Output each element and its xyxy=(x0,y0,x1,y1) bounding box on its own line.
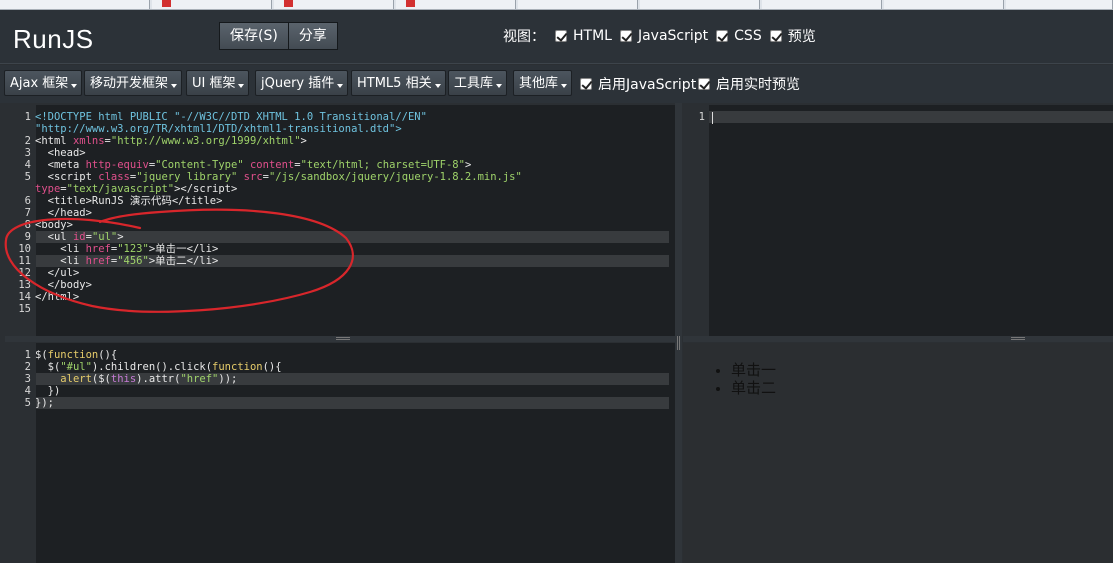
html-code: <!DOCTYPE html PUBLIC "-//W3C//DTD XHTML… xyxy=(35,111,522,303)
line-number: 15 xyxy=(18,303,31,315)
line-number: 4 xyxy=(24,385,31,397)
view-toggles: 视图： HTML JavaScript CSS 预览 xyxy=(503,26,824,46)
line-number: 2 xyxy=(24,361,31,373)
preview-list-item[interactable]: 单击二 xyxy=(731,380,776,398)
browser-tab[interactable] xyxy=(1006,0,1113,9)
line-number: 13 xyxy=(18,279,31,291)
browser-tab[interactable] xyxy=(640,0,760,9)
runjs-logo[interactable]: RunJS xyxy=(13,24,94,55)
menu-jquery-plugins[interactable]: jQuery 插件 xyxy=(255,70,349,96)
preview-pane[interactable]: 单击一 单击二 xyxy=(683,343,1113,563)
browser-tab[interactable] xyxy=(0,0,150,9)
checkbox-checked-icon[interactable] xyxy=(698,78,710,90)
views-label: 视图： xyxy=(503,29,545,45)
active-line-highlight xyxy=(709,111,1113,123)
line-number: 8 xyxy=(24,219,31,231)
css-editor[interactable]: 1 xyxy=(683,105,1113,336)
view-html-toggle[interactable]: HTML xyxy=(555,28,612,44)
line-number-gutter xyxy=(683,105,709,336)
view-javascript-toggle[interactable]: JavaScript xyxy=(619,28,708,44)
preview-list-item[interactable]: 单击一 xyxy=(731,362,776,380)
line-number: 9 xyxy=(24,231,31,243)
line-number: 1 xyxy=(698,111,705,123)
checkbox-checked-icon[interactable] xyxy=(716,30,729,42)
line-number: 4 xyxy=(24,159,31,171)
preview-list: 单击一 单击二 xyxy=(731,362,776,398)
share-button[interactable]: 分享 xyxy=(288,23,337,49)
menu-other-libraries[interactable]: 其他库 xyxy=(513,70,573,96)
editor-splitter[interactable] xyxy=(683,336,1113,342)
menu-tool-libraries[interactable]: 工具库 xyxy=(448,70,508,96)
vertical-splitter[interactable] xyxy=(675,103,682,563)
checkbox-checked-icon[interactable] xyxy=(555,30,567,42)
browser-tab[interactable] xyxy=(152,0,272,9)
save-share-group: 保存(S) 分享 xyxy=(219,22,338,50)
line-number: 2 xyxy=(24,135,31,147)
line-number: 1 xyxy=(24,349,31,361)
app-header: RunJS 保存(S) 分享 视图： HTML JavaScript CSS 预… xyxy=(0,10,1113,64)
splitter-grip-icon[interactable] xyxy=(677,336,680,350)
line-number: 7 xyxy=(24,207,31,219)
checkbox-checked-icon[interactable] xyxy=(769,30,782,42)
javascript-editor[interactable]: 1 2 3 4 5 $(function(){ $("#ul").childre… xyxy=(5,343,675,563)
splitter-grip-icon[interactable] xyxy=(1011,337,1025,340)
browser-tab[interactable] xyxy=(884,0,1004,9)
editor-splitter[interactable] xyxy=(5,336,675,342)
library-toolbar: Ajax 框架 移动开发框架 UI 框架 jQuery 插件 HTML5 相关 … xyxy=(0,65,1113,103)
menu-ui-frameworks[interactable]: UI 框架 xyxy=(186,70,250,96)
menu-ajax-frameworks[interactable]: Ajax 框架 xyxy=(4,70,83,96)
menu-mobile-frameworks[interactable]: 移动开发框架 xyxy=(84,70,183,96)
line-number: 12 xyxy=(18,267,31,279)
line-number: 10 xyxy=(18,243,31,255)
save-button[interactable]: 保存(S) xyxy=(220,23,289,49)
line-number: 6 xyxy=(24,195,31,207)
enable-live-preview-toggle[interactable]: 启用实时预览 xyxy=(698,74,800,94)
line-number: 5 xyxy=(24,171,31,183)
menu-html5[interactable]: HTML5 相关 xyxy=(351,70,446,96)
checkbox-checked-icon[interactable] xyxy=(619,30,632,42)
browser-tab[interactable] xyxy=(396,0,516,9)
line-number: 5 xyxy=(24,397,31,409)
text-cursor xyxy=(712,112,713,124)
line-number: 14 xyxy=(18,291,31,303)
view-preview-toggle[interactable]: 预览 xyxy=(769,26,816,46)
javascript-code: $(function(){ $("#ul").children().click(… xyxy=(35,349,282,409)
line-number: 3 xyxy=(24,147,31,159)
line-number: 1 xyxy=(24,111,31,123)
line-number: 11 xyxy=(18,255,31,267)
view-css-toggle[interactable]: CSS xyxy=(716,28,762,44)
splitter-grip-icon[interactable] xyxy=(336,337,350,340)
browser-tab-strip xyxy=(0,0,1113,10)
browser-tab[interactable] xyxy=(762,0,882,9)
enable-javascript-toggle[interactable]: 启用JavaScript xyxy=(580,74,696,94)
browser-tab[interactable] xyxy=(274,0,394,9)
browser-tab[interactable] xyxy=(518,0,638,9)
checkbox-checked-icon[interactable] xyxy=(580,78,592,90)
html-editor[interactable]: 1 2 3 4 5 6 7 8 9 10 11 12 13 14 15 <!DO… xyxy=(5,105,675,336)
line-number: 3 xyxy=(24,373,31,385)
